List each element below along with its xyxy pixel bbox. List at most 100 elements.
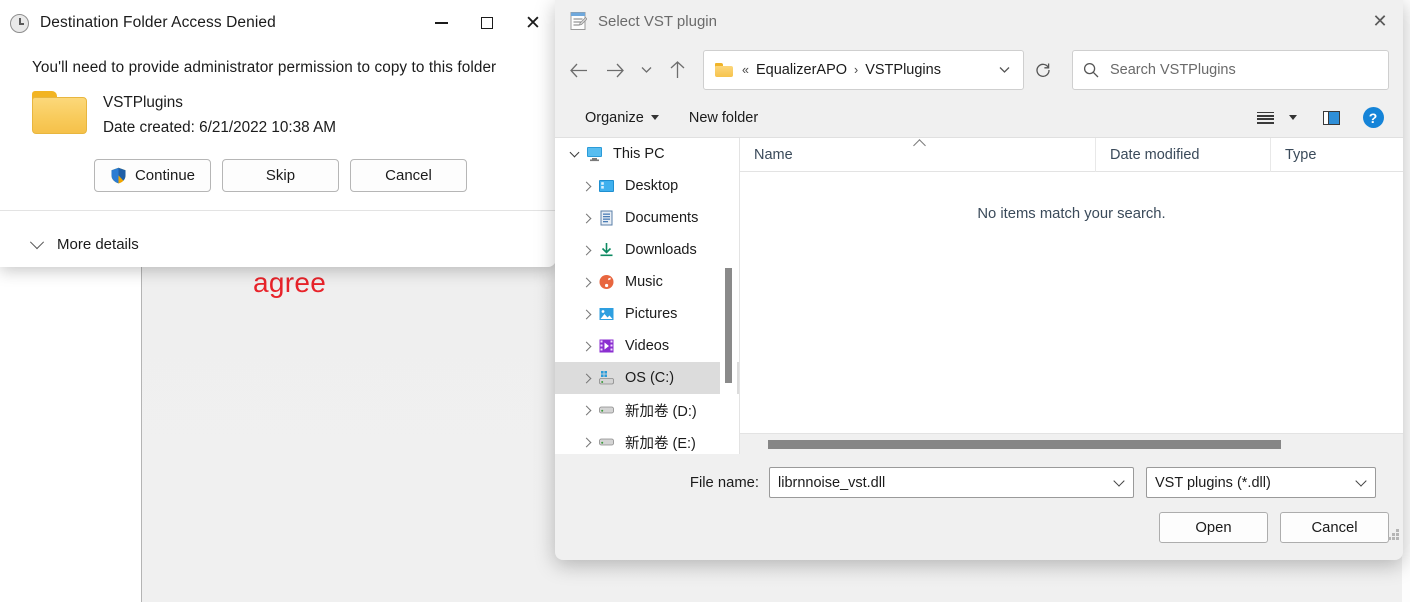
folder-date-created: Date created: 6/21/2022 10:38 AM: [103, 117, 336, 139]
tree-item-os-c[interactable]: OS (C:): [555, 362, 739, 394]
drive-os-icon: [597, 370, 616, 387]
breadcrumb-overflow[interactable]: «: [742, 63, 749, 77]
close-icon: ✕: [525, 14, 541, 33]
music-icon: [597, 274, 616, 291]
minimize-button[interactable]: [418, 0, 464, 46]
resize-grip[interactable]: [1387, 528, 1399, 540]
file-list-scrollbar-thumb[interactable]: [768, 440, 1281, 449]
up-button[interactable]: [659, 52, 695, 88]
skip-button[interactable]: Skip: [222, 159, 339, 192]
file-name-row: File name: VST plugins (*.dll): [555, 467, 1403, 498]
preview-pane-icon: [1323, 111, 1340, 125]
tree-item-downloads[interactable]: Downloads: [555, 234, 739, 266]
pictures-icon: [597, 306, 616, 323]
search-icon: [1083, 62, 1099, 78]
expand-toggle[interactable]: [575, 247, 597, 254]
expand-toggle[interactable]: [575, 311, 597, 318]
breadcrumb-item-equalizerapo[interactable]: EqualizerAPO: [756, 62, 847, 78]
chevron-down-icon: [651, 115, 659, 120]
tree-item-videos[interactable]: Videos: [555, 330, 739, 362]
file-name-combobox[interactable]: [769, 467, 1134, 498]
access-denied-file-info: VSTPlugins Date created: 6/21/2022 10:38…: [0, 77, 556, 139]
expand-toggle[interactable]: [575, 183, 597, 190]
file-name-input[interactable]: [778, 475, 1115, 491]
more-details-toggle[interactable]: More details: [32, 236, 139, 253]
file-type-filter-combobox[interactable]: VST plugins (*.dll): [1146, 467, 1376, 498]
access-denied-dialog: Destination Folder Access Denied ✕ You'l…: [0, 0, 556, 267]
window-controls: ✕: [418, 0, 556, 46]
address-bar[interactable]: « EqualizerAPO › VSTPlugins: [703, 50, 1024, 90]
open-button[interactable]: Open: [1159, 512, 1268, 543]
cancel-button-label: Cancel: [385, 167, 432, 184]
vst-dialog-body: This PC Desktop Documents: [555, 138, 1403, 454]
new-folder-button[interactable]: New folder: [681, 106, 766, 130]
expand-toggle[interactable]: [563, 149, 585, 159]
desktop-icon: [597, 178, 616, 195]
column-header-type[interactable]: Type: [1270, 138, 1403, 172]
chevron-right-icon: [581, 341, 591, 351]
tree-scrollbar[interactable]: [720, 138, 737, 454]
organize-button[interactable]: Organize: [577, 106, 667, 130]
cancel-button[interactable]: Cancel: [350, 159, 467, 192]
back-button[interactable]: [561, 52, 597, 88]
address-dropdown-button[interactable]: [991, 55, 1017, 85]
monitor-icon: [585, 146, 604, 163]
clock-icon: [10, 14, 29, 33]
expand-toggle[interactable]: [575, 375, 597, 382]
search-box[interactable]: [1072, 50, 1389, 90]
vst-cancel-button[interactable]: Cancel: [1280, 512, 1389, 543]
column-header-name[interactable]: Name: [740, 138, 1095, 172]
drive-icon: [597, 402, 616, 419]
arrow-left-icon: [570, 63, 588, 78]
tree-item-pictures[interactable]: Pictures: [555, 298, 739, 330]
view-options-dropdown[interactable]: [1283, 103, 1303, 133]
expand-toggle[interactable]: [575, 343, 597, 350]
recent-locations-button[interactable]: [633, 52, 659, 88]
tree-item-documents[interactable]: Documents: [555, 202, 739, 234]
continue-button[interactable]: Continue: [94, 159, 211, 192]
close-button[interactable]: ✕: [510, 0, 556, 46]
chevron-right-icon: [581, 181, 591, 191]
chevron-down-icon: [1289, 115, 1297, 120]
search-input[interactable]: [1110, 62, 1378, 78]
vst-close-button[interactable]: ✕: [1357, 0, 1403, 42]
refresh-button[interactable]: [1026, 52, 1060, 88]
chevron-down-icon[interactable]: [1355, 475, 1366, 486]
expand-toggle[interactable]: [575, 279, 597, 286]
tree-item-label: This PC: [613, 146, 665, 162]
file-list-horizontal-scrollbar[interactable]: [740, 433, 1403, 454]
maximize-button[interactable]: [464, 0, 510, 46]
tree-item-music[interactable]: Music: [555, 266, 739, 298]
help-button[interactable]: ?: [1357, 103, 1389, 133]
chevron-down-icon: [569, 148, 579, 158]
more-details-label: More details: [57, 236, 139, 253]
chevron-right-icon: [581, 405, 591, 415]
expand-toggle[interactable]: [575, 439, 597, 446]
maximize-icon: [481, 17, 493, 29]
uac-shield-icon: [110, 167, 127, 184]
organize-label: Organize: [585, 110, 644, 126]
column-header-label: Name: [754, 147, 793, 163]
videos-icon: [597, 338, 616, 355]
view-options-button[interactable]: [1249, 103, 1281, 133]
breadcrumb-item-vstplugins[interactable]: VSTPlugins: [865, 62, 941, 78]
preview-pane-button[interactable]: [1315, 103, 1347, 133]
breadcrumb-separator: ›: [854, 63, 858, 77]
close-icon: ✕: [1372, 11, 1387, 32]
tree-scrollbar-thumb[interactable]: [725, 268, 732, 383]
chevron-down-icon: [30, 235, 44, 249]
tree-item-drive-e[interactable]: 新加卷 (E:): [555, 426, 739, 454]
chevron-down-icon[interactable]: [1113, 475, 1124, 486]
arrow-right-icon: [606, 63, 624, 78]
expand-toggle[interactable]: [575, 407, 597, 414]
forward-button[interactable]: [597, 52, 633, 88]
column-header-date-modified[interactable]: Date modified: [1095, 138, 1270, 172]
tree-item-label: Music: [625, 274, 663, 290]
select-vst-plugin-dialog: Select VST plugin ✕: [555, 0, 1403, 560]
help-icon: ?: [1363, 107, 1384, 128]
expand-toggle[interactable]: [575, 215, 597, 222]
notepad-icon: [569, 11, 587, 31]
tree-item-drive-d[interactable]: 新加卷 (D:): [555, 394, 739, 426]
tree-item-desktop[interactable]: Desktop: [555, 170, 739, 202]
tree-item-this-pc[interactable]: This PC: [555, 138, 739, 170]
